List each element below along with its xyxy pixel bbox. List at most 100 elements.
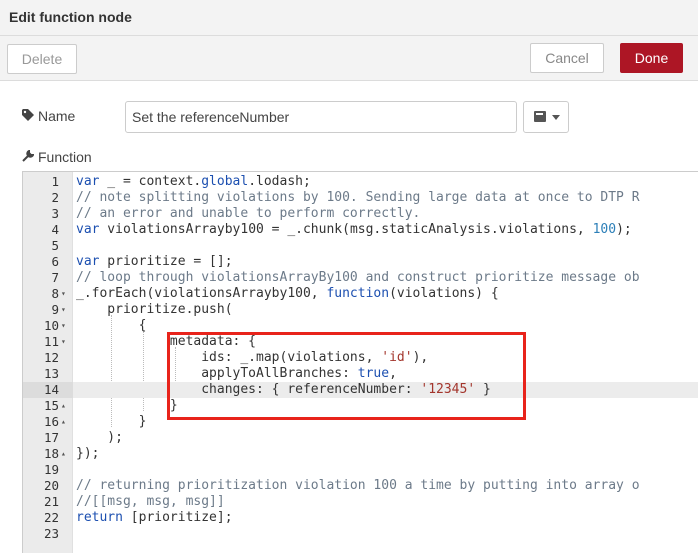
fold-open-icon[interactable]: ▾ <box>61 302 66 318</box>
line-number: 4 <box>51 222 59 237</box>
code-text: ); <box>76 430 123 446</box>
name-label: Name <box>22 108 75 124</box>
code-line[interactable]: 1 var _ = context.global.lodash; <box>23 174 698 190</box>
code-line[interactable]: 6 var prioritize = []; <box>23 254 698 270</box>
code-line[interactable]: 23 <box>23 526 698 542</box>
function-label: Function <box>22 149 92 165</box>
code-text: prioritize.push( <box>76 302 233 318</box>
code-text: // returning prioritization violation 10… <box>76 478 640 494</box>
line-number: 12 <box>43 350 59 365</box>
code-text: } <box>76 414 147 430</box>
code-token: var <box>76 174 100 189</box>
code-text: var _ = context.global.lodash; <box>76 174 311 190</box>
code-token: // loop through violationsArrayBy100 and… <box>76 270 640 285</box>
code-token: return <box>76 510 123 525</box>
book-icon <box>534 111 546 122</box>
code-text: // an error and unable to perform correc… <box>76 206 420 222</box>
line-number: 2 <box>51 190 59 205</box>
line-number: 16 <box>43 414 59 429</box>
line-number: 14 <box>43 382 59 397</box>
line-number: 23 <box>43 526 59 541</box>
line-number: 5 <box>51 238 59 253</box>
code-text: { <box>76 318 147 334</box>
code-line[interactable]: 9 ▾ prioritize.push( <box>23 302 698 318</box>
tag-icon <box>22 109 34 124</box>
code-line[interactable]: 3 // an error and unable to perform corre… <box>23 206 698 222</box>
fold-open-icon[interactable]: ▾ <box>61 318 66 334</box>
line-number: 20 <box>43 478 59 493</box>
line-number: 13 <box>43 366 59 381</box>
code-token: ); <box>616 222 632 237</box>
code-text: var violationsArrayby100 = _.chunk(msg.s… <box>76 222 632 238</box>
code-token: var <box>76 222 100 237</box>
code-token: _ = context. <box>99 174 202 189</box>
code-text: // loop through violationsArrayBy100 and… <box>76 270 640 286</box>
code-line[interactable]: 18 ▴}); <box>23 446 698 462</box>
fold-open-icon[interactable]: ▾ <box>61 286 66 302</box>
line-number: 18 <box>43 446 59 461</box>
library-menu-button[interactable] <box>523 101 569 133</box>
line-number: 9 <box>51 302 59 317</box>
code-text: var prioritize = []; <box>76 254 233 270</box>
code-line[interactable]: 19 <box>23 462 698 478</box>
line-number: 22 <box>43 510 59 525</box>
dialog-titlebar: Edit function node <box>0 0 698 36</box>
highlight-annotation-box <box>167 332 526 420</box>
code-token: } <box>76 398 178 413</box>
fold-close-icon[interactable]: ▴ <box>61 398 66 414</box>
code-token: .lodash; <box>248 174 311 189</box>
line-number: 17 <box>43 430 59 445</box>
name-label-text: Name <box>38 108 76 124</box>
code-text: return [prioritize]; <box>76 510 233 526</box>
done-button[interactable]: Done <box>620 43 683 73</box>
code-token: global <box>201 174 249 189</box>
code-text: }); <box>76 446 99 462</box>
code-token: //[[msg, msg, msg]] <box>76 494 225 509</box>
code-token: // returning prioritization violation 10… <box>76 478 640 493</box>
code-line[interactable]: 7 // loop through violationsArrayBy100 an… <box>23 270 698 286</box>
code-token: [prioritize]; <box>122 510 233 525</box>
code-token: prioritize = []; <box>99 254 233 269</box>
code-token: (violations) { <box>389 286 499 301</box>
line-number: 19 <box>43 462 59 477</box>
code-token: function <box>326 286 390 301</box>
line-number: 8 <box>51 286 59 301</box>
code-line[interactable]: 17 ); <box>23 430 698 446</box>
line-number: 11 <box>43 334 59 349</box>
line-number: 21 <box>43 494 59 509</box>
line-number: 1 <box>51 174 59 189</box>
cancel-button[interactable]: Cancel <box>530 43 604 73</box>
code-line[interactable]: 20 // returning prioritization violation … <box>23 478 698 494</box>
caret-down-icon <box>552 115 560 120</box>
line-number: 15 <box>43 398 59 413</box>
code-token: }); <box>76 446 100 461</box>
dialog-toolbar: Delete Cancel Done <box>0 36 698 81</box>
fold-close-icon[interactable]: ▴ <box>61 414 66 430</box>
code-token: ); <box>76 430 123 445</box>
code-token: // an error and unable to perform correc… <box>76 206 421 221</box>
code-text: _.forEach(violationsArrayby100, function… <box>76 286 499 302</box>
line-number: 6 <box>51 254 59 269</box>
line-number: 3 <box>51 206 59 221</box>
code-line[interactable]: 21 //[[msg, msg, msg]] <box>23 494 698 510</box>
code-line[interactable]: 4 var violationsArrayby100 = _.chunk(msg.… <box>23 222 698 238</box>
name-input[interactable]: Set the referenceNumber <box>125 101 517 133</box>
dialog-title: Edit function node <box>9 9 132 25</box>
fold-open-icon[interactable]: ▾ <box>61 334 66 350</box>
code-token: 100 <box>592 222 617 237</box>
code-token: } <box>76 414 147 429</box>
line-number: 10 <box>43 318 59 333</box>
code-token: { <box>76 318 147 333</box>
code-token: violationsArrayby100 = _.chunk(msg.stati… <box>99 222 593 237</box>
line-number: 7 <box>51 270 59 285</box>
function-label-text: Function <box>38 149 92 165</box>
code-line[interactable]: 22 return [prioritize]; <box>23 510 698 526</box>
code-text: } <box>76 398 178 414</box>
code-line[interactable]: 8 ▾ _.forEach(violationsArrayby100, functi… <box>23 286 698 302</box>
code-token: prioritize.push( <box>76 302 233 317</box>
code-line[interactable]: 5 <box>23 238 698 254</box>
code-token: _.forEach(violationsArrayby100, <box>76 286 327 301</box>
code-line[interactable]: 2 // note splitting violations by 100. Se… <box>23 190 698 206</box>
delete-button[interactable]: Delete <box>7 44 77 74</box>
fold-close-icon[interactable]: ▴ <box>61 446 66 462</box>
